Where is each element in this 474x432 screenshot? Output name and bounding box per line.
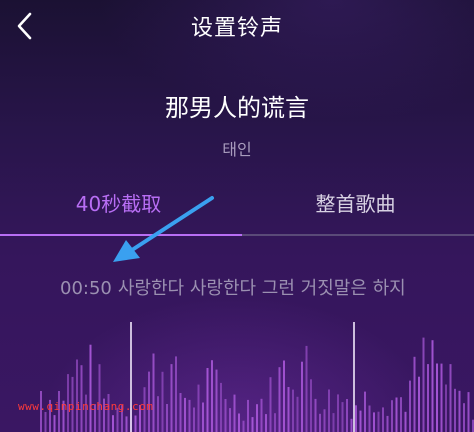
waveform-bar [238, 413, 240, 432]
waveform-bar [247, 399, 249, 432]
waveform-bar [292, 389, 294, 432]
waveform-bar [341, 402, 344, 432]
waveform-bar [332, 413, 335, 432]
waveform-bar [427, 364, 429, 432]
waveform-bar [175, 356, 177, 432]
waveform-bar [287, 387, 290, 432]
waveform-bar [440, 363, 443, 432]
tab-indicator [0, 234, 242, 236]
waveform-bar [467, 392, 470, 432]
waveform-bar [445, 384, 447, 432]
clip-boundary-handle[interactable] [353, 322, 355, 432]
waveform-bar [53, 415, 56, 432]
audio-waveform[interactable] [0, 318, 474, 432]
waveform-bar [337, 394, 339, 432]
waveform-bar [274, 413, 276, 432]
waveform-bar [211, 360, 213, 432]
page-title: 设置铃声 [190, 16, 283, 41]
waveform-bar [202, 402, 204, 432]
clip-boundary-handle[interactable] [130, 322, 132, 432]
waveform-bar [233, 394, 236, 432]
waveform-bar [418, 376, 420, 432]
waveform-bar [409, 380, 411, 432]
waveform-bar [449, 364, 452, 432]
waveform-bar [80, 365, 83, 432]
waveform-bar [391, 400, 393, 432]
watermark-text: www.qinpinchang.com [18, 400, 154, 413]
waveform-bar [296, 396, 299, 432]
waveform-bar [305, 345, 308, 432]
waveform-bar [265, 414, 267, 432]
waveform-bar [161, 371, 164, 432]
waveform-bar [112, 415, 114, 432]
waveform-bar [224, 399, 227, 432]
waveform-bar [179, 393, 182, 432]
waveform-bar [166, 404, 168, 432]
waveform-bar [260, 398, 263, 432]
waveform-bar [220, 382, 222, 432]
tab-full-song[interactable]: 整首歌曲 [237, 188, 474, 217]
waveform-bar [368, 405, 371, 432]
waveform-bar [454, 388, 456, 432]
waveform-bar [188, 399, 191, 432]
waveform-bar [256, 404, 258, 432]
waveform-bar [386, 415, 389, 432]
waveform-bar [328, 389, 330, 432]
waveform-bar [98, 364, 101, 432]
waveform-bar [301, 361, 303, 432]
waveform-bar [242, 420, 245, 432]
waveform-bar [463, 403, 465, 432]
waveform-bar [44, 412, 47, 432]
waveform-bar [359, 410, 362, 432]
waveform-bar [364, 391, 366, 432]
lyric-text: 사랑한다 사랑한다 그런 거짓말은 하지 [117, 278, 406, 299]
waveform-bar [197, 384, 200, 432]
waveform-bar [373, 412, 375, 432]
waveform-bar [278, 367, 281, 432]
waveform-bar [436, 363, 438, 432]
waveform-bar [346, 399, 348, 432]
waveform-bar [395, 397, 398, 432]
waveform-bar [404, 411, 407, 432]
waveform-bar [283, 360, 285, 432]
waveform-bar [125, 416, 128, 432]
waveform-bar [269, 377, 272, 432]
waveform-bar [314, 398, 317, 432]
ringtone-mode-tabs: 40秒截取 整首歌曲 [0, 180, 474, 236]
waveform-bar [76, 359, 78, 432]
lyric-line[interactable]: 00:50 사랑한다 사랑한다 그런 거짓말은 하지 [60, 274, 474, 300]
song-title: 那男人的谎言 [165, 94, 309, 122]
waveform-bar [422, 337, 425, 432]
waveform-bar [134, 415, 137, 432]
waveform-bar [251, 417, 254, 432]
waveform-bar [350, 418, 353, 432]
waveform-bar [152, 353, 155, 432]
waveform-bar [229, 408, 231, 432]
waveform-bar [382, 407, 384, 432]
waveform-bar [215, 369, 218, 432]
waveform-bar [377, 411, 380, 432]
waveform-bar [184, 397, 186, 432]
waveform-bar [310, 379, 312, 432]
waveform-bar [89, 344, 92, 432]
waveform-bar [323, 409, 326, 432]
song-artist: 태인 [222, 140, 252, 159]
waveform-bar [319, 413, 321, 432]
waveform-bar [413, 356, 416, 432]
header-bar: 设置铃声 [0, 0, 474, 50]
waveform-bar [458, 390, 461, 432]
waveform-bar [157, 396, 159, 432]
tab-40s-clip[interactable]: 40秒截取 [0, 188, 237, 217]
lyric-timestamp: 00:50 [60, 278, 112, 299]
waveform-bar [400, 397, 402, 432]
waveform-bar [431, 340, 434, 432]
waveform-bar [170, 364, 173, 432]
waveform-bar [193, 407, 195, 432]
waveform-bar [206, 368, 209, 432]
waveform-bar [355, 405, 357, 432]
